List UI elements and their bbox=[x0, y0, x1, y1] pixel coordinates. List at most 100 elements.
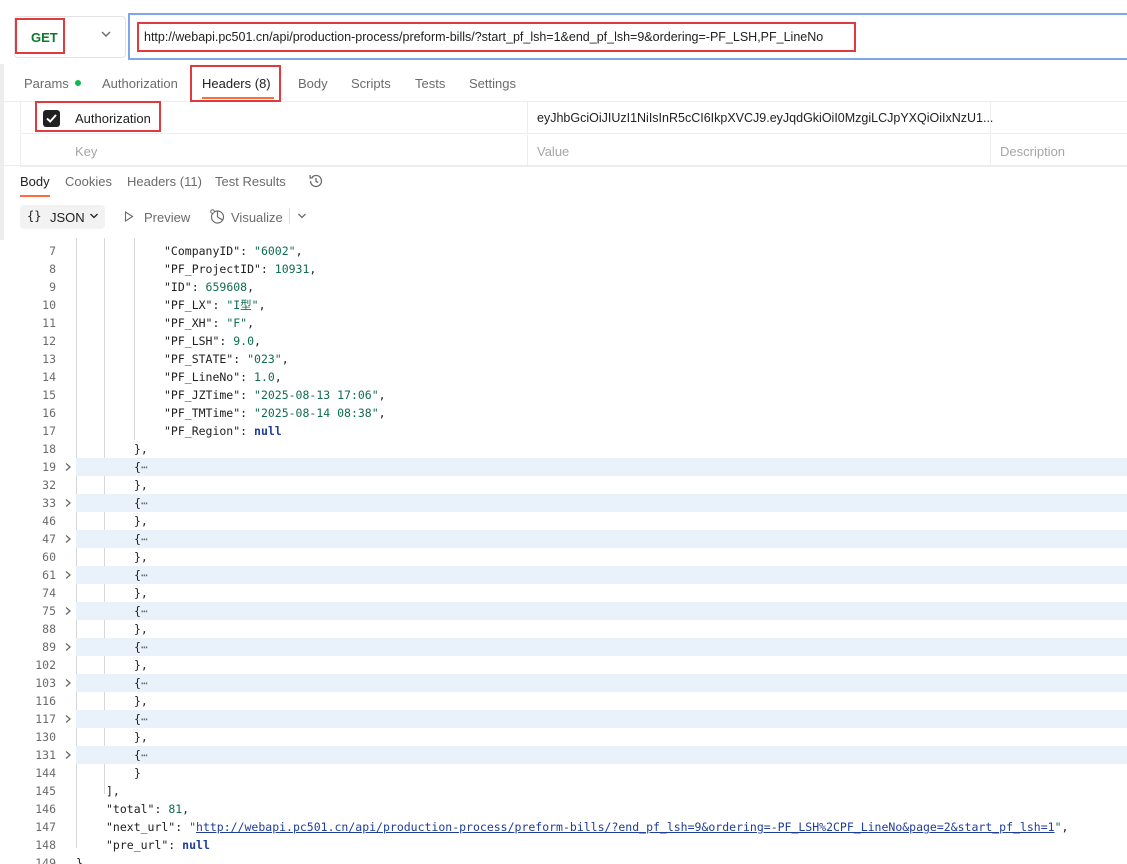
code-text: }, bbox=[134, 728, 148, 746]
code-token: , bbox=[247, 280, 255, 294]
toolbar-divider bbox=[289, 208, 290, 224]
line-number: 103 bbox=[35, 676, 56, 690]
line-number: 116 bbox=[35, 694, 56, 708]
folded-line-highlight bbox=[76, 458, 1127, 476]
line-number: 33 bbox=[42, 496, 56, 510]
tab-response-body[interactable]: Body bbox=[20, 174, 50, 189]
play-icon[interactable] bbox=[124, 211, 134, 222]
code-line: 32}, bbox=[0, 476, 1127, 494]
tab-params[interactable]: Params bbox=[24, 76, 81, 91]
tab-scripts[interactable]: Scripts bbox=[351, 76, 391, 91]
code-line: 89 {⋯ bbox=[0, 638, 1127, 656]
value-placeholder[interactable]: Value bbox=[537, 144, 569, 159]
code-line: 12 "PF_LSH": 9.0, bbox=[0, 332, 1127, 350]
line-number: 75 bbox=[42, 604, 56, 618]
line-number: 149 bbox=[35, 856, 56, 864]
code-line: 145], bbox=[0, 782, 1127, 800]
preview-button[interactable]: Preview bbox=[144, 210, 190, 225]
code-token: { bbox=[134, 676, 141, 690]
code-token: "I型" bbox=[226, 298, 259, 312]
folded-line-highlight bbox=[76, 602, 1127, 620]
request-bar: GET http://webapi.pc501.cn/api/productio… bbox=[0, 0, 1127, 64]
response-code-editor[interactable]: 7 "CompanyID": "6002", 8 "PF_ProjectID": 10… bbox=[0, 238, 1127, 864]
chevron-right-icon[interactable] bbox=[63, 498, 73, 508]
chevron-right-icon[interactable] bbox=[63, 570, 73, 580]
code-text: "PF_JZTime": "2025-08-13 17:06", bbox=[164, 386, 386, 404]
visualize-button[interactable]: Visualize bbox=[231, 210, 283, 225]
code-token: ⋯ bbox=[140, 712, 148, 726]
code-token: "total": bbox=[106, 802, 169, 816]
code-token: } bbox=[76, 856, 83, 864]
code-token: ⋯ bbox=[140, 676, 148, 690]
code-token: 659608 bbox=[205, 280, 248, 294]
code-token: ⋯ bbox=[140, 568, 148, 582]
line-number: 8 bbox=[49, 262, 56, 276]
tab-cookies[interactable]: Cookies bbox=[65, 174, 112, 189]
description-placeholder[interactable]: Description bbox=[1000, 144, 1065, 159]
line-number: 145 bbox=[35, 784, 56, 798]
code-line: 116}, bbox=[0, 692, 1127, 710]
chevron-down-icon[interactable] bbox=[89, 211, 99, 221]
code-text: }, bbox=[134, 584, 148, 602]
code-token: "023" bbox=[247, 352, 282, 366]
history-icon[interactable] bbox=[307, 172, 325, 190]
line-number: 10 bbox=[42, 298, 56, 312]
folded-line-highlight bbox=[76, 674, 1127, 692]
code-token: 10931 bbox=[274, 262, 310, 276]
code-token: ⋯ bbox=[140, 496, 148, 510]
tab-settings[interactable]: Settings bbox=[469, 76, 516, 91]
authorization-highlight bbox=[35, 101, 161, 132]
code-text: } bbox=[76, 854, 83, 864]
tab-authorization[interactable]: Authorization bbox=[102, 76, 178, 91]
line-number: 17 bbox=[42, 424, 56, 438]
line-number: 7 bbox=[49, 244, 56, 258]
visualize-icon[interactable] bbox=[209, 208, 226, 225]
code-text: "PF_Region": null bbox=[164, 422, 282, 440]
header-value[interactable]: eyJhbGciOiJIUzI1NiIsInR5cCI6IkpXVCJ9.eyJ… bbox=[537, 111, 993, 125]
code-text: "PF_LSH": 9.0, bbox=[164, 332, 261, 350]
code-token: }, bbox=[134, 550, 148, 564]
code-line: 33 {⋯ bbox=[0, 494, 1127, 512]
code-token: "PF_STATE": bbox=[164, 352, 248, 366]
code-line: 13 "PF_STATE": "023", bbox=[0, 350, 1127, 368]
code-text: "PF_TMTime": "2025-08-14 08:38", bbox=[164, 404, 386, 422]
line-number: 32 bbox=[42, 478, 56, 492]
line-number: 18 bbox=[42, 442, 56, 456]
code-text: "PF_STATE": "023", bbox=[164, 350, 289, 368]
chevron-right-icon[interactable] bbox=[63, 678, 73, 688]
code-line: 144} bbox=[0, 764, 1127, 782]
tab-test-results[interactable]: Test Results bbox=[215, 174, 286, 189]
tab-response-headers[interactable]: Headers (11) bbox=[127, 174, 202, 189]
chevron-down-icon[interactable] bbox=[297, 211, 307, 221]
header-row-empty bbox=[20, 135, 1127, 167]
code-line: 130}, bbox=[0, 728, 1127, 746]
line-number: 47 bbox=[42, 532, 56, 546]
code-token: "ID": bbox=[164, 280, 206, 294]
chevron-right-icon[interactable] bbox=[63, 462, 73, 472]
chevron-right-icon[interactable] bbox=[63, 750, 73, 760]
line-number: 60 bbox=[42, 550, 56, 564]
tab-body[interactable]: Body bbox=[298, 76, 328, 91]
chevron-right-icon[interactable] bbox=[63, 642, 73, 652]
line-number: 102 bbox=[35, 658, 56, 672]
tab-params-label: Params bbox=[24, 76, 69, 91]
line-number: 11 bbox=[42, 316, 56, 330]
chevron-down-icon[interactable] bbox=[100, 28, 112, 40]
code-line: 15 "PF_JZTime": "2025-08-13 17:06", bbox=[0, 386, 1127, 404]
line-number: 61 bbox=[42, 568, 56, 582]
code-token: , bbox=[274, 370, 282, 384]
next-url-link[interactable]: http://webapi.pc501.cn/api/production-pr… bbox=[196, 820, 1055, 834]
chevron-right-icon[interactable] bbox=[63, 534, 73, 544]
code-text: {⋯ bbox=[134, 530, 148, 548]
key-placeholder[interactable]: Key bbox=[75, 144, 97, 159]
tab-tests[interactable]: Tests bbox=[415, 76, 445, 91]
code-token: { bbox=[134, 748, 141, 762]
code-token: , bbox=[258, 298, 266, 312]
code-line: 148 "pre_url": null bbox=[0, 836, 1127, 854]
code-text: {⋯ bbox=[134, 566, 148, 584]
chevron-right-icon[interactable] bbox=[63, 714, 73, 724]
chevron-right-icon[interactable] bbox=[63, 606, 73, 616]
line-number: 13 bbox=[42, 352, 56, 366]
line-number: 12 bbox=[42, 334, 56, 348]
code-line: 74}, bbox=[0, 584, 1127, 602]
